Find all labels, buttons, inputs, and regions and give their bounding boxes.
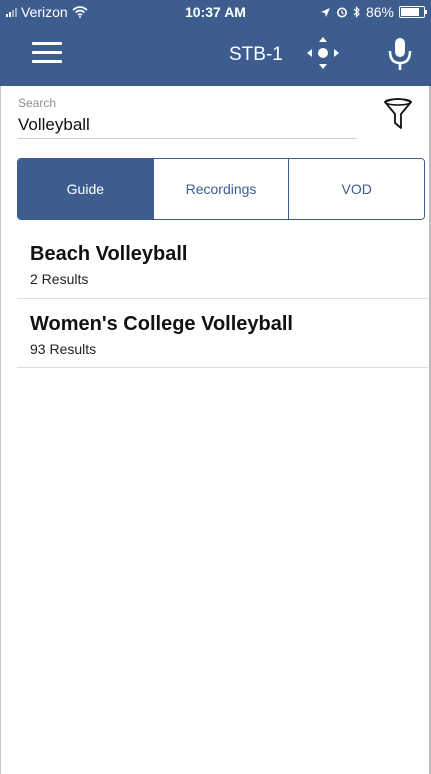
tab-guide[interactable]: Guide	[18, 159, 153, 219]
alarm-icon	[336, 7, 347, 18]
search-input[interactable]	[18, 112, 357, 139]
bluetooth-icon	[353, 6, 360, 18]
list-item[interactable]: Beach Volleyball 2 Results	[0, 228, 431, 298]
filter-funnel-icon[interactable]	[383, 96, 413, 132]
result-count: 2 Results	[30, 271, 89, 287]
status-right-group: 86%	[320, 4, 427, 20]
search-label: Search	[18, 96, 57, 110]
app-header: Verizon 10:37 AM 86% STB-1	[0, 0, 431, 86]
result-title: Women's College Volleyball	[30, 313, 293, 335]
battery-percent: 86%	[365, 4, 394, 20]
device-selector[interactable]: STB-1	[229, 44, 283, 66]
tab-vod[interactable]: VOD	[288, 159, 424, 219]
status-bar: Verizon 10:37 AM 86%	[0, 0, 431, 26]
segmented-tabs: Guide Recordings VOD	[17, 158, 425, 220]
location-arrow-icon	[320, 7, 330, 17]
tab-recordings[interactable]: Recordings	[152, 159, 289, 219]
battery-icon	[399, 6, 427, 18]
result-title: Beach Volleyball	[30, 243, 188, 265]
left-edge	[0, 86, 1, 774]
list-item[interactable]: Women's College Volleyball 93 Results	[0, 299, 431, 367]
hamburger-menu-icon[interactable]	[32, 42, 62, 64]
microphone-icon[interactable]	[386, 36, 414, 72]
result-count: 93 Results	[30, 341, 97, 357]
dpad-remote-icon[interactable]	[306, 36, 340, 70]
divider	[17, 367, 428, 368]
